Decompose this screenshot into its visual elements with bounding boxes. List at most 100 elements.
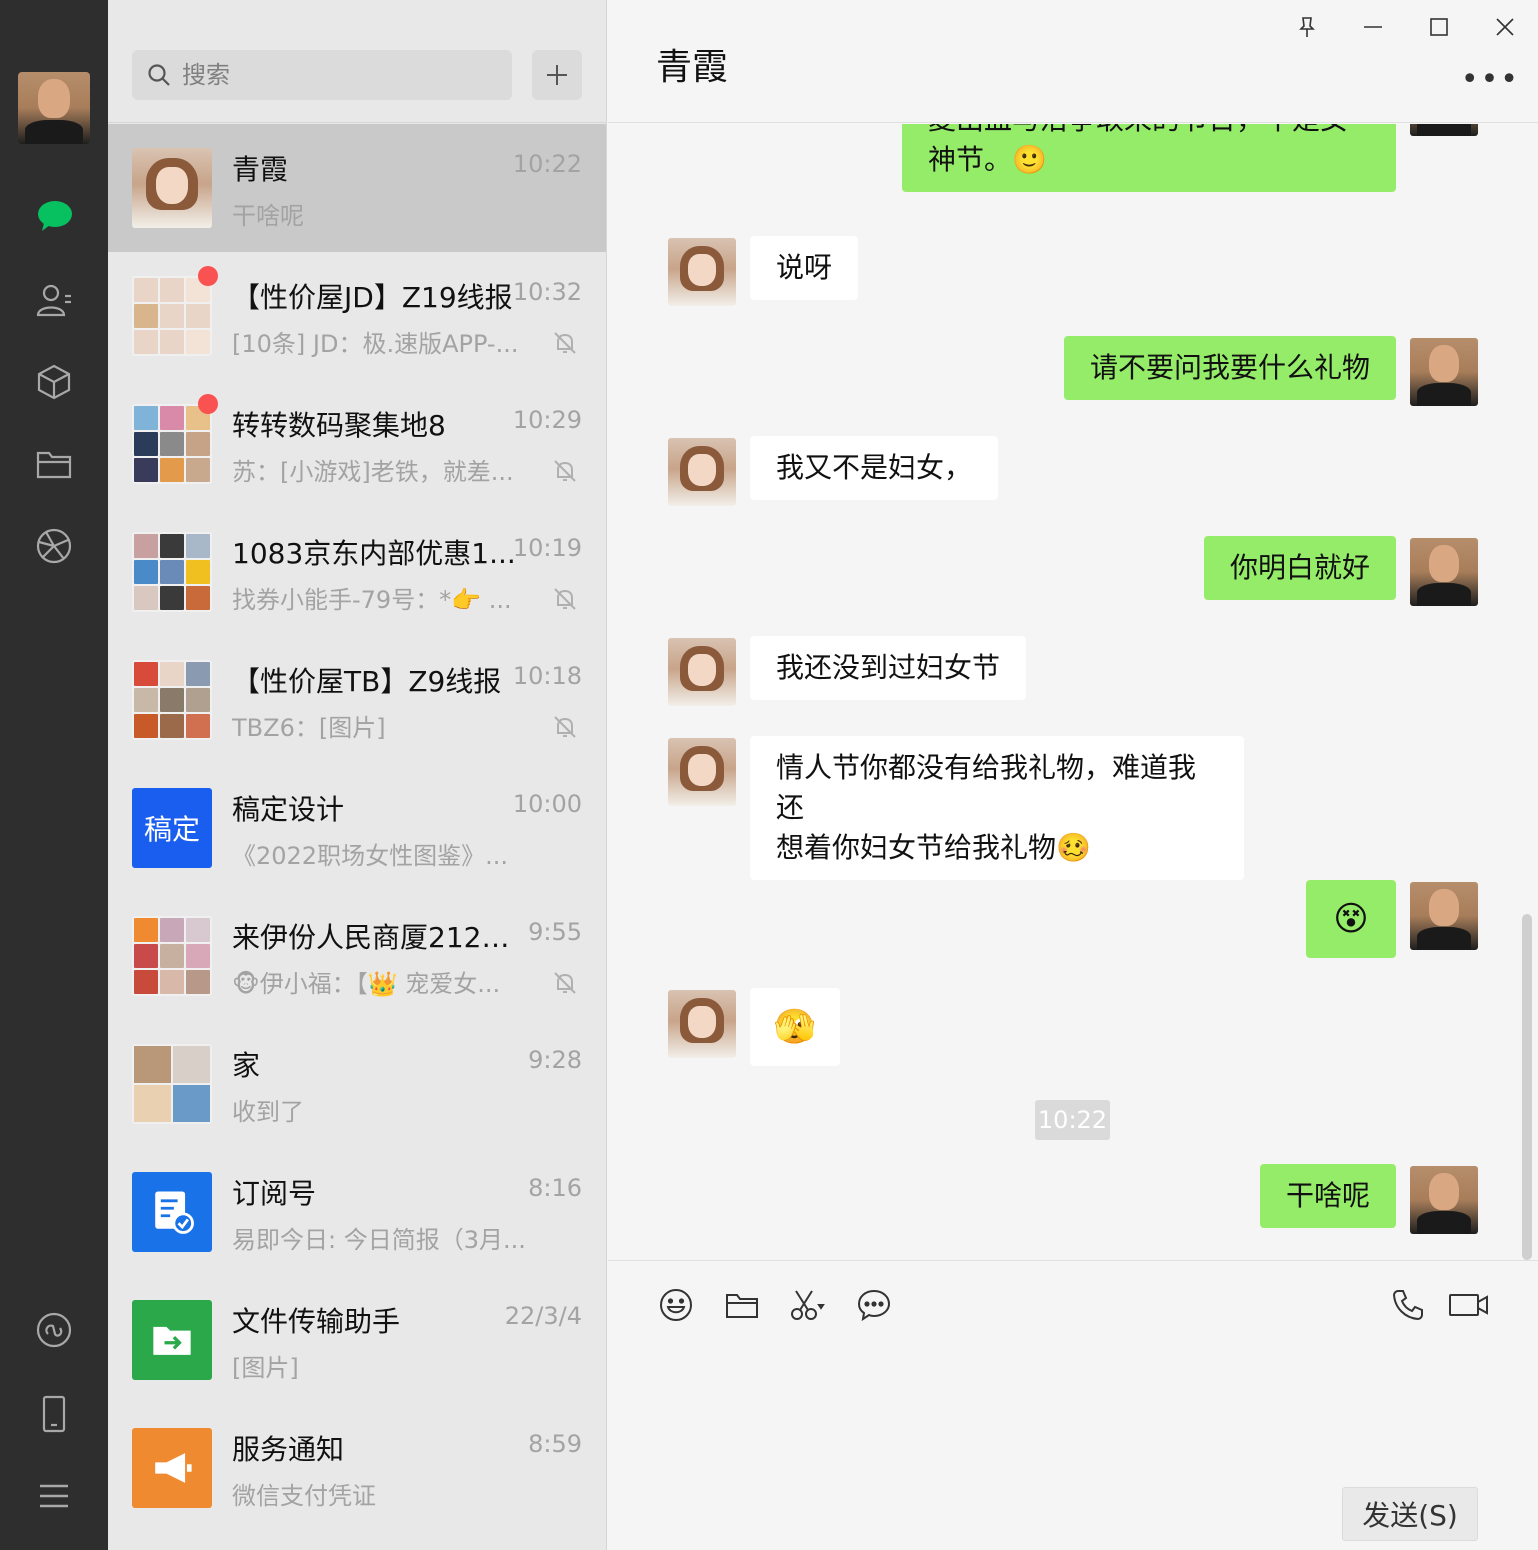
megaphone-icon (132, 1428, 212, 1508)
message-bubble-in: 说呀 (750, 236, 859, 300)
message-bubble-out: 请不要问我要什么礼物 (1063, 336, 1396, 400)
unread-dot (198, 266, 218, 286)
group-avatar (132, 532, 212, 612)
send-button[interactable]: 发送(S) (1342, 1487, 1478, 1541)
contacts-icon[interactable] (30, 276, 78, 324)
search-input[interactable] (182, 61, 502, 89)
voice-call-icon[interactable] (1388, 1285, 1428, 1325)
conversation-time: 10:29 (512, 406, 582, 434)
message-bubble-in: 我还没到过妇女节 (750, 636, 1027, 700)
favorites-icon[interactable] (30, 358, 78, 406)
conversation-name: 【性价屋TB】Z9线报 (232, 665, 502, 698)
conversation-time: 10:32 (512, 278, 582, 306)
conversation-item[interactable]: 文件传输助手 22/3/4 [图片] (108, 1276, 606, 1404)
conversation-preview: 🐵伊小福：【👑 宠爱女... (232, 970, 501, 998)
conversation-time: 10:18 (512, 662, 582, 690)
emoji-icon[interactable] (656, 1285, 696, 1325)
close-icon[interactable] (1488, 10, 1522, 44)
user-avatar[interactable] (18, 72, 90, 144)
avatar (668, 990, 736, 1058)
conversation-preview: 苏：[小游戏]老铁，就差... (232, 458, 514, 486)
avatar (132, 148, 212, 228)
search-box[interactable] (132, 50, 512, 100)
input-area[interactable]: 发送(S) (608, 1260, 1538, 1550)
conversation-name: 稿定设计 (232, 793, 345, 826)
subscription-icon (132, 1172, 212, 1252)
message-timestamp: 10:22 (1035, 1100, 1110, 1140)
conversation-time: 10:19 (512, 534, 582, 562)
avatar (1410, 1166, 1478, 1234)
conversation-preview: 收到了 (232, 1098, 304, 1126)
conversation-preview: [图片] (232, 1354, 299, 1382)
scrollbar[interactable] (1522, 914, 1532, 1260)
conversation-item[interactable]: 1083京东内部优惠1... 10:19 找券小能手-79号：*👉 ... (108, 508, 606, 636)
conversation-name: 【性价屋JD】Z19线报 (232, 281, 513, 314)
chat-icon[interactable] (30, 192, 78, 240)
folder-icon[interactable] (722, 1285, 762, 1325)
menu-icon[interactable] (30, 1472, 78, 1520)
files-icon[interactable] (30, 440, 78, 488)
mute-icon (554, 460, 576, 482)
pin-icon[interactable] (1290, 10, 1324, 44)
conversation-name: 订阅号 (232, 1177, 317, 1210)
conversation-item[interactable]: 转转数码聚集地8 10:29 苏：[小游戏]老铁，就差... (108, 380, 606, 508)
conversation-item[interactable]: 来伊份人民商厦2127... 9:55 🐵伊小福：【👑 宠爱女... (108, 892, 606, 1020)
conversation-preview: 干啥呢 (232, 202, 304, 230)
group-avatar (132, 660, 212, 740)
conversation-item[interactable]: 稿定 稿定设计 10:00 《2022职场女性图鉴》... (108, 764, 606, 892)
add-button[interactable] (532, 50, 582, 100)
avatar (1410, 338, 1478, 406)
video-call-icon[interactable] (1446, 1285, 1492, 1325)
message-bubble-out: 夏出血与沿争取来的节日，不是女神节。🙂 (902, 124, 1396, 192)
conversation-preview: 《2022职场女性图鉴》... (232, 842, 508, 870)
message-bubble-out: 你明白就好 (1203, 536, 1396, 600)
conversation-preview: 找券小能手-79号：*👉 ... (232, 586, 512, 614)
message-bubble-out: 😵 (1306, 880, 1396, 958)
conversation-item[interactable]: 青霞 10:22 干啥呢 (108, 124, 606, 252)
chat-header: 青霞 ••• (608, 0, 1538, 123)
conversation-name: 转转数码聚集地8 (232, 409, 446, 442)
conversation-time: 10:00 (512, 790, 582, 818)
message-area: 夏出血与沿争取来的节日，不是女神节。🙂 说呀 请不要问我要什么礼物 我又不是妇女… (608, 124, 1538, 1260)
conversation-item[interactable]: 【性价屋JD】Z19线报 10:32 [10条] JD：极.速版APP-... (108, 252, 606, 380)
unread-dot (198, 394, 218, 414)
moments-icon[interactable] (30, 522, 78, 570)
chat-title: 青霞 (656, 47, 729, 88)
maximize-icon[interactable] (1422, 10, 1456, 44)
conversation-time: 9:28 (528, 1046, 582, 1074)
more-icon[interactable]: ••• (1461, 62, 1520, 97)
message-bubble-out: 干啥呢 (1259, 1164, 1396, 1228)
message-icon[interactable] (854, 1285, 894, 1325)
conversation-preview: 易即今日: 今日简报（3月... (232, 1226, 526, 1254)
conversation-item[interactable]: 【性价屋TB】Z9线报 10:18 TBZ6：[图片] (108, 636, 606, 764)
conversation-item[interactable]: 服务通知 8:59 微信支付凭证 (108, 1404, 606, 1532)
conversation-time: 9:55 (528, 918, 582, 946)
conversation-name: 1083京东内部优惠1... (232, 537, 516, 570)
conversation-item[interactable]: 订阅号 8:16 易即今日: 今日简报（3月... (108, 1148, 606, 1276)
mini-program-icon[interactable] (30, 1306, 78, 1354)
group-avatar (132, 916, 212, 996)
conversation-time: 8:59 (528, 1430, 582, 1458)
conversation-item[interactable]: 家 9:28 收到了 (108, 1020, 606, 1148)
screenshot-icon[interactable] (788, 1285, 828, 1325)
conversation-preview: TBZ6：[图片] (232, 714, 386, 742)
phone-icon[interactable] (30, 1390, 78, 1438)
conversation-list: 青霞 10:22 干啥呢 【性价屋JD】Z19线报 10:32 [10条] JD… (108, 0, 607, 1550)
message-bubble-in: 我又不是妇女， (750, 436, 999, 500)
group-avatar (132, 404, 212, 484)
message-bubble-in: 情人节你都没有给我礼物，难道我还 想着你妇女节给我礼物🥴 (750, 736, 1244, 880)
conversation-name: 服务通知 (232, 1433, 345, 1466)
minimize-icon[interactable] (1356, 10, 1390, 44)
avatar (1410, 124, 1478, 136)
conversation-time: 8:16 (528, 1174, 582, 1202)
chat-panel: 青霞 ••• 夏出血与沿争取来的节日，不是女神节。🙂 说呀 请不要问我要什么礼物… (608, 0, 1538, 1550)
mute-icon (554, 332, 576, 354)
file-transfer-icon (132, 1300, 212, 1380)
avatar (668, 238, 736, 306)
message-line: 情人节你都没有给我礼物，难道我还 (776, 751, 1197, 824)
nav-bar (0, 0, 108, 1550)
avatar (1410, 882, 1478, 950)
avatar (668, 438, 736, 506)
avatar-text: 稿定 (143, 813, 200, 846)
conversation-preview: [10条] JD：极.速版APP-... (232, 330, 519, 358)
